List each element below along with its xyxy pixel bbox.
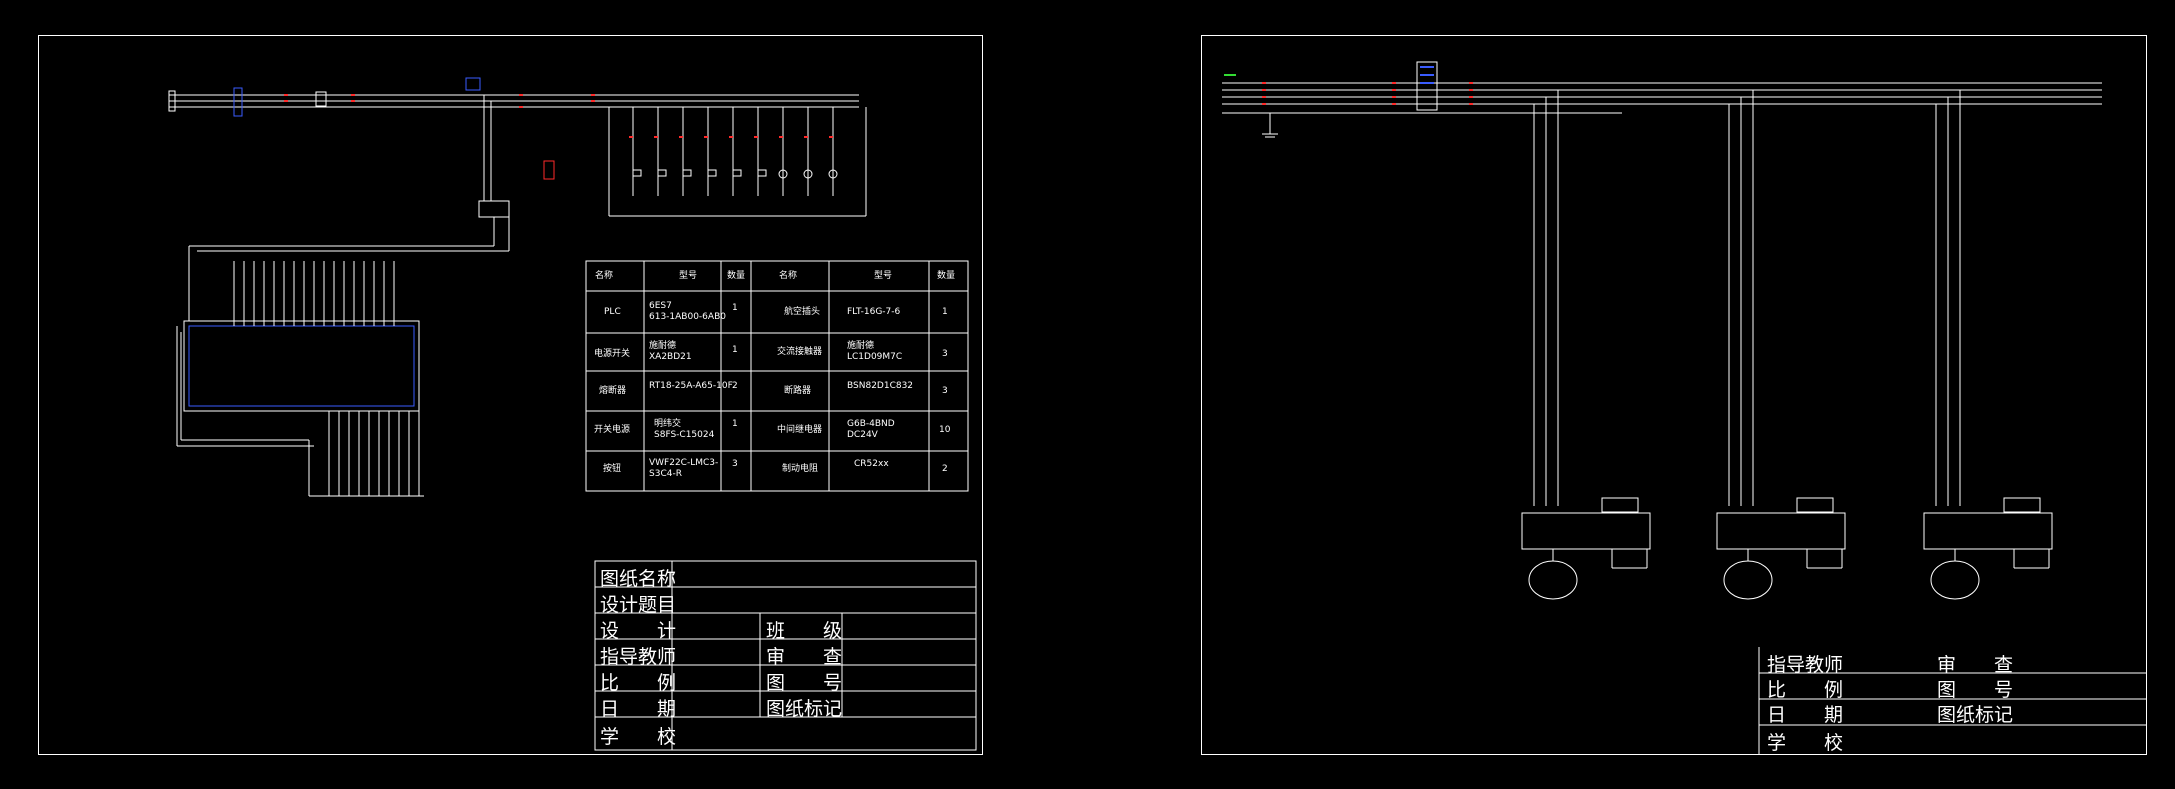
tb-drawing-no-label: 图 号 [766,672,843,694]
rtb-review-label: 审 查 [1937,654,2014,676]
rtb-scale-label: 比 例 [1767,679,1844,701]
tb-school-label: 学 校 [600,726,677,748]
tb-design-topic-label: 设计题目 [600,594,677,616]
rtb-date-label: 日 期 [1767,704,1844,726]
rtb-school-label: 学 校 [1767,732,1844,754]
left-drawing-sheet: 名称 型号 数量 名称 型号 数量 PLC 6ES7 613-1AB00-6AB… [38,35,983,755]
right-title-block-grid [1758,647,2146,754]
rtb-drawing-mark-label: 图纸标记 [1937,704,2014,726]
tb-scale-label: 比 例 [600,672,677,694]
rtb-drawing-no-label: 图 号 [1937,679,2014,701]
tb-drawing-mark-label: 图纸标记 [766,698,843,720]
tb-review-label: 审 查 [766,646,843,668]
rtb-advisor-label: 指导教师 [1767,654,1844,676]
right-drawing-sheet: 指导教师 审 查 比 例 图 号 日 期 图纸标记 学 校 [1201,35,2147,755]
tb-drawing-name-label: 图纸名称 [600,568,677,590]
tb-advisor-label: 指导教师 [600,646,677,668]
tb-design-label: 设 计 [600,620,677,642]
tb-class-label: 班 级 [766,620,843,642]
tb-date-label: 日 期 [600,698,677,720]
